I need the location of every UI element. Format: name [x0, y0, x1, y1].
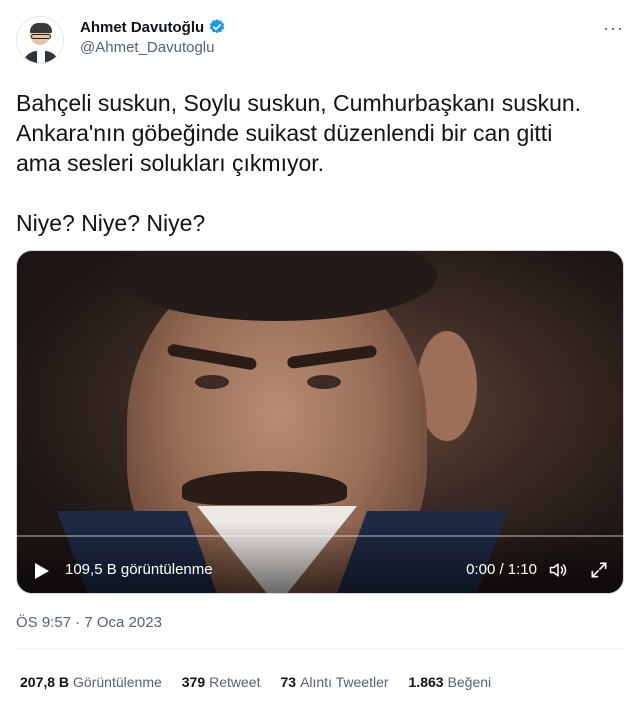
play-icon[interactable] — [35, 563, 49, 579]
tweet-text: Bahçeli suskun, Soylu suskun, Cumhurbaşk… — [16, 88, 624, 238]
stat-views[interactable]: 207,8 B Görüntülenme — [20, 674, 162, 690]
tweet-header: Ahmet Davutoğlu @Ahmet_Davutoglu ··· — [16, 12, 624, 72]
tweet-line: Bahçeli suskun, Soylu suskun, Cumhurbaşk… — [16, 90, 582, 116]
video-controls: 109,5 B görüntülenme 0:00 / 1:10 — [17, 557, 623, 583]
tweet-line: Ankara'nın göbeğinde suikast düzenlendi … — [16, 120, 553, 146]
tweet-stats: 207,8 B Görüntülenme 379 Retweet 73 Alıntı … — [20, 674, 491, 690]
tweet-timestamp[interactable]: ÖS 9:57 · 7 Oca 2023 — [16, 614, 162, 631]
volume-icon[interactable] — [547, 560, 569, 580]
stat-quotes[interactable]: 73 Alıntı Tweetler — [280, 674, 388, 690]
video-progress-bar[interactable] — [17, 535, 623, 537]
author-display-name[interactable]: Ahmet Davutoğlu — [80, 19, 204, 36]
stat-quotes-value: 73 — [280, 674, 297, 690]
video-frame-eye-left — [195, 375, 229, 389]
video-views-label: 109,5 B görüntülenme — [65, 561, 213, 578]
video-time-label: 0:00 / 1:10 — [466, 561, 537, 578]
avatar-glasses — [31, 34, 51, 39]
verified-badge-icon — [210, 19, 225, 34]
author-display-name-row[interactable]: Ahmet Davutoğlu — [80, 18, 226, 36]
video-frame-hair — [117, 251, 437, 321]
video-player[interactable]: 109,5 B görüntülenme 0:00 / 1:10 — [16, 250, 624, 594]
stat-views-label: Görüntülenme — [73, 674, 162, 690]
video-frame-eye-right — [307, 375, 341, 389]
stat-retweets[interactable]: 379 Retweet — [182, 674, 261, 690]
video-frame-mustache — [182, 471, 347, 505]
stat-likes[interactable]: 1.863 Beğeni — [409, 674, 492, 690]
tweet-closing-line: Niye? Niye? Niye? — [16, 210, 206, 236]
avatar-shirt — [37, 51, 45, 63]
more-icon[interactable]: ··· — [603, 18, 624, 39]
avatar-hair — [30, 23, 52, 33]
stat-likes-value: 1.863 — [408, 674, 444, 690]
tweet-line: ama sesleri solukları çıkmıyor. — [16, 150, 325, 176]
expand-icon[interactable] — [589, 560, 609, 580]
avatar[interactable] — [16, 16, 64, 64]
stat-views-value: 207,8 B — [20, 674, 70, 690]
divider — [16, 648, 624, 649]
author-names: Ahmet Davutoğlu @Ahmet_Davutoglu — [80, 18, 226, 56]
stat-quotes-label: Alıntı Tweetler — [300, 674, 389, 690]
stat-retweets-label: Retweet — [209, 674, 261, 690]
stat-likes-label: Beğeni — [447, 674, 492, 690]
author-handle[interactable]: @Ahmet_Davutoglu — [80, 39, 226, 56]
stat-retweets-value: 379 — [181, 674, 206, 690]
